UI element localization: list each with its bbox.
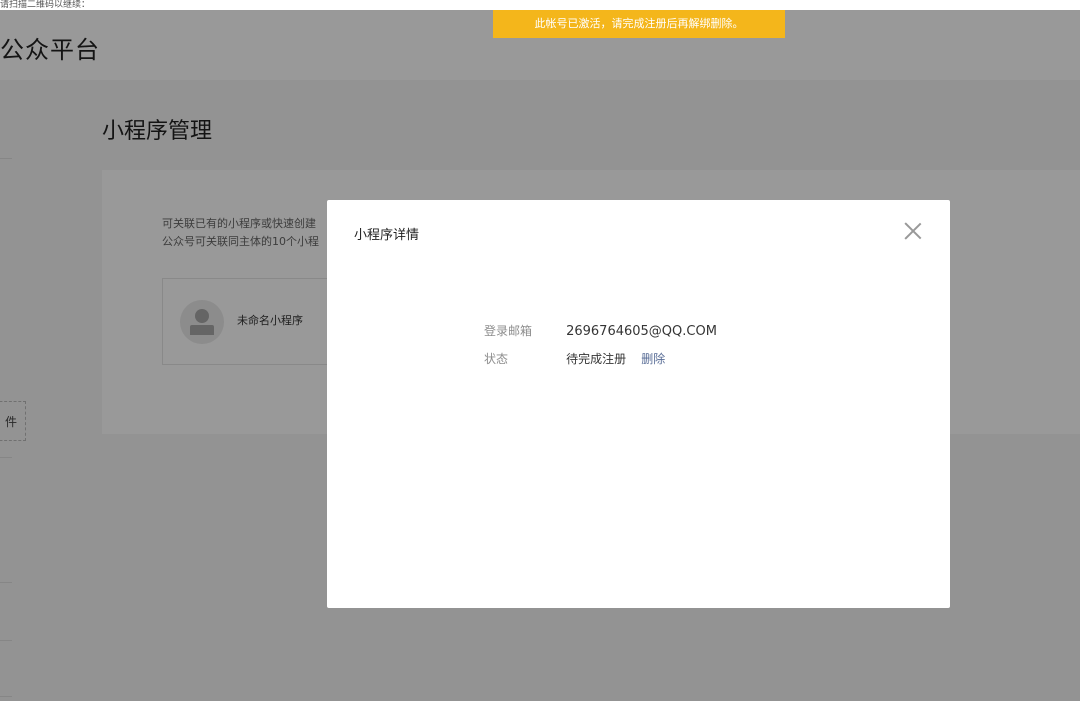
mini-program-detail-dialog: 小程序详情 登录邮箱 2696764605@QQ.COM 状态 待完成注册 删除 [327,200,950,608]
activation-warning-banner: 此帐号已激活，请完成注册后再解绑删除。 [493,10,785,38]
status-row: 状态 待完成注册 删除 [484,348,665,367]
dialog-title: 小程序详情 [354,228,420,243]
top-notice-strip: 请扫描二维码以继续： [0,0,1080,10]
top-notice-text: 请扫描二维码以继续： [0,0,91,10]
close-icon[interactable] [899,217,927,245]
email-value: 2696764605@QQ.COM [566,324,717,339]
status-value: 待完成注册 [566,352,627,366]
status-label: 状态 [484,352,509,366]
email-label: 登录邮箱 [484,324,533,338]
delete-link[interactable]: 删除 [641,350,665,367]
email-row: 登录邮箱 2696764605@QQ.COM [484,320,717,339]
